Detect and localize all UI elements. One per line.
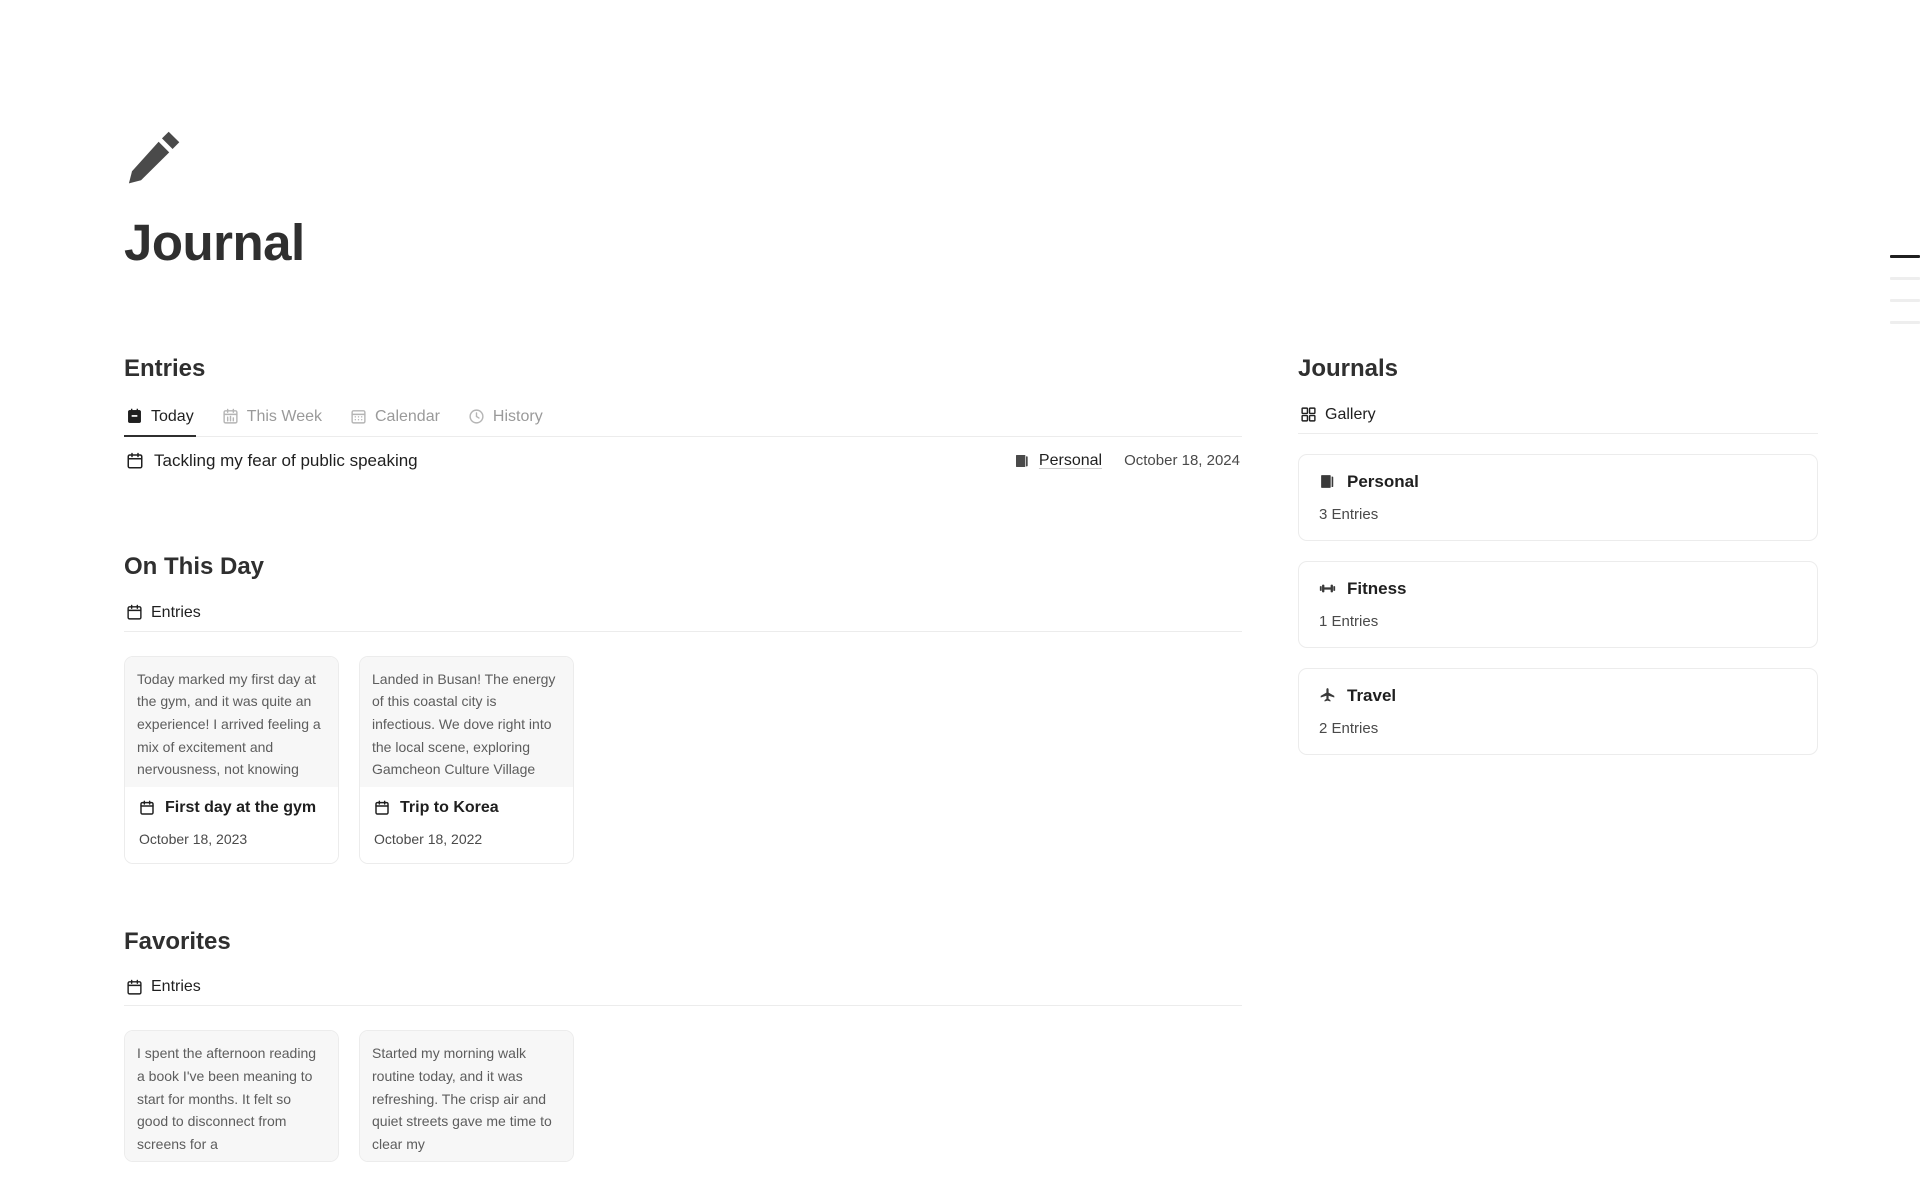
entries-heading: Entries — [124, 355, 206, 382]
journals-subtabbar: Gallery — [1298, 402, 1818, 434]
entry-card[interactable]: Today marked my first day at the gym, an… — [124, 655, 339, 864]
tab-calendar[interactable]: Calendar — [348, 404, 442, 437]
journals-column: Journals Gallery Personal 3 Entries Fitn… — [1298, 355, 1818, 755]
book-icon — [1014, 453, 1030, 469]
entry-row-journal[interactable]: Personal — [1014, 452, 1102, 470]
journal-card-title-row: Travel — [1319, 686, 1799, 706]
page-indicator-dash[interactable] — [1890, 277, 1920, 280]
on-this-day-card-row: Today marked my first day at the gym, an… — [124, 655, 1242, 864]
entry-card[interactable]: I spent the afternoon reading a book I'v… — [124, 1030, 339, 1163]
calendar-icon — [126, 604, 143, 621]
entry-card-title-row: First day at the gym — [139, 799, 326, 817]
page-header: Journal — [124, 125, 305, 268]
journals-heading: Journals — [1298, 355, 1399, 382]
pencil-icon — [124, 125, 186, 187]
subtab-entries-on-this-day[interactable]: Entries — [124, 600, 203, 631]
journal-card-title: Travel — [1347, 685, 1397, 705]
subtab-entries-label: Entries — [151, 978, 201, 996]
tab-today-label: Today — [151, 407, 194, 425]
favorites-subtabbar: Entries — [124, 974, 1242, 1007]
main-column: Entries Today This Week Calendar History… — [124, 355, 1242, 1163]
entry-row-journal-label: Personal — [1038, 451, 1103, 469]
dumbbell-icon — [1319, 580, 1336, 597]
page-scroll-indicator[interactable] — [1880, 255, 1920, 324]
entry-row-title: Tackling my fear of public speaking — [154, 450, 418, 470]
page-indicator-dash[interactable] — [1890, 321, 1920, 324]
entry-card-preview: I spent the afternoon reading a book I'v… — [125, 1031, 338, 1162]
journal-card-fitness[interactable]: Fitness 1 Entries — [1298, 560, 1818, 648]
journal-card-title: Fitness — [1347, 578, 1407, 598]
calendar-grid-icon — [350, 408, 367, 425]
entry-card[interactable]: Started my morning walk routine today, a… — [359, 1030, 574, 1163]
entry-row-date: October 18, 2024 — [1124, 452, 1240, 470]
on-this-day-heading: On This Day — [124, 552, 265, 580]
entry-card-title: First day at the gym — [165, 798, 317, 816]
on-this-day-section: On This Day Entries Today marked my firs… — [124, 553, 1242, 864]
calendar-filled-icon — [126, 408, 143, 425]
entry-card-title: Trip to Korea — [400, 798, 499, 816]
entry-card-title-row: Trip to Korea — [374, 799, 561, 817]
page-indicator-dash[interactable] — [1890, 255, 1920, 258]
tab-calendar-label: Calendar — [374, 407, 440, 425]
entry-row-left: Tackling my fear of public speaking — [126, 451, 418, 471]
journal-card-title-row: Fitness — [1319, 579, 1799, 599]
clock-icon — [468, 408, 485, 425]
tab-history[interactable]: History — [466, 404, 545, 437]
entry-card-body: Trip to Korea October 18, 2022 — [360, 786, 573, 863]
subtab-entries-favorites[interactable]: Entries — [124, 974, 203, 1005]
grid-icon — [1300, 406, 1317, 423]
subtab-gallery-label: Gallery — [1325, 405, 1376, 423]
airplane-icon — [1319, 687, 1336, 704]
page-indicator-dash[interactable] — [1890, 299, 1920, 302]
entry-card-preview: Today marked my first day at the gym, an… — [125, 656, 338, 787]
tab-today[interactable]: Today — [124, 404, 196, 437]
entry-row-right: Personal October 18, 2024 — [1014, 452, 1240, 470]
journal-card-count: 1 Entries — [1319, 612, 1379, 630]
tab-history-label: History — [492, 407, 543, 425]
journal-card-title: Personal — [1347, 471, 1419, 491]
journal-card-personal[interactable]: Personal 3 Entries — [1298, 453, 1818, 541]
journal-card-count: 2 Entries — [1319, 719, 1379, 737]
favorites-heading: Favorites — [124, 927, 231, 955]
journal-card-travel[interactable]: Travel 2 Entries — [1298, 667, 1818, 755]
page-title: Journal — [124, 214, 305, 271]
tab-this-week-label: This Week — [246, 407, 322, 425]
calendar-icon — [126, 979, 143, 996]
journal-card-count: 3 Entries — [1319, 505, 1379, 523]
calendar-icon — [126, 452, 144, 470]
on-this-day-subtabbar: Entries — [124, 600, 1242, 632]
entries-tabbar: Today This Week Calendar History — [124, 404, 1242, 437]
subtab-gallery[interactable]: Gallery — [1298, 402, 1378, 433]
favorites-section: Favorites Entries I spent the afternoon … — [124, 928, 1242, 1163]
entry-card-preview: Landed in Busan! The energy of this coas… — [360, 656, 573, 787]
journal-app-page: Journal Entries Today This Week Calendar… — [0, 0, 1920, 1199]
journal-card-title-row: Personal — [1319, 472, 1799, 492]
favorites-card-row: I spent the afternoon reading a book I'v… — [124, 1030, 1242, 1163]
calendar-icon — [139, 800, 155, 816]
entry-row[interactable]: Tackling my fear of public speaking Pers… — [124, 437, 1242, 485]
book-icon — [1319, 473, 1336, 490]
calendar-week-icon — [222, 408, 239, 425]
entry-card[interactable]: Landed in Busan! The energy of this coas… — [359, 655, 574, 864]
entry-card-date: October 18, 2022 — [374, 830, 483, 847]
entry-card-preview: Started my morning walk routine today, a… — [360, 1031, 573, 1162]
calendar-icon — [374, 800, 390, 816]
tab-this-week[interactable]: This Week — [220, 404, 324, 437]
subtab-entries-label: Entries — [151, 603, 201, 621]
entry-card-date: October 18, 2023 — [139, 830, 248, 847]
entry-card-body: First day at the gym October 18, 2023 — [125, 786, 338, 863]
